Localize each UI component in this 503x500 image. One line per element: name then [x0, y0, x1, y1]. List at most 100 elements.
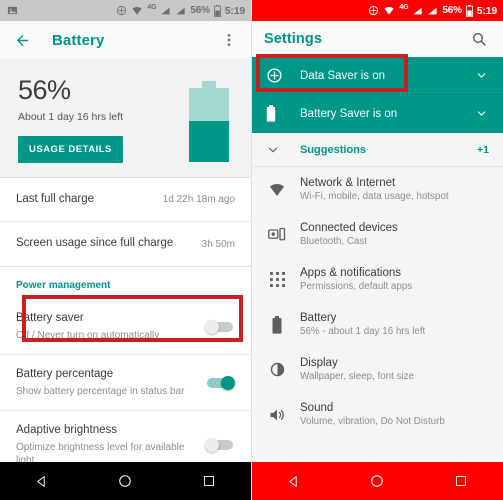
network-type-label: 4G [399, 4, 409, 11]
row-subtitle: Show battery percentage in status bar [16, 385, 185, 397]
wifi-icon [131, 5, 143, 16]
signal-icon-2 [175, 6, 186, 16]
page-title: Settings [264, 31, 322, 47]
nav-recents-icon[interactable] [445, 465, 477, 497]
chevron-down-icon[interactable] [473, 69, 489, 82]
banner-label: Battery Saver is on [300, 107, 398, 120]
row-subtitle: 56% - about 1 day 16 hrs left [300, 326, 426, 337]
row-subtitle: Volume, vibration, Do Not Disturb [300, 416, 445, 427]
list-item[interactable]: Last full charge 1d 22h 18m ago [0, 178, 251, 222]
search-icon[interactable] [467, 27, 491, 51]
banner-battery-saver[interactable]: Battery Saver is on [252, 95, 503, 133]
settings-item-sound[interactable]: Sound Volume, vibration, Do Not Disturb [252, 392, 503, 437]
navigation-bar-right [252, 462, 503, 500]
status-bar-left: 4G 56% 5:19 [0, 0, 251, 21]
settings-item-network-internet[interactable]: Network & Internet Wi-Fi, mobile, data u… [252, 167, 503, 212]
row-text: Battery 56% - about 1 day 16 hrs left [300, 312, 425, 337]
row-subtitle: Permissions, default apps [300, 281, 413, 292]
row-value: 3h 50m [201, 238, 235, 250]
app-bar-right: Settings [252, 21, 503, 57]
suggestions-count-badge: +1 [477, 143, 489, 156]
row-text: Display Wallpaper, sleep, font size [300, 357, 414, 382]
chevron-down-icon[interactable] [473, 107, 489, 120]
status-bar-right: 4G 56% 5:19 [252, 0, 503, 21]
row-text: Battery saver Off / Never turn on automa… [16, 311, 205, 342]
battery-icon [266, 105, 288, 122]
navigation-bar-left [0, 462, 251, 500]
battery-percent-label: 56% [190, 5, 210, 16]
row-title: Connected devices [300, 222, 398, 234]
row-text: Adaptive brightness Optimize brightness … [16, 423, 205, 468]
wifi-icon [383, 5, 395, 16]
row-subtitle: Wi-Fi, mobile, data usage, hotspot [300, 191, 449, 202]
apps-grid-icon [266, 272, 288, 287]
row-title: Sound [300, 402, 334, 414]
nav-back-icon[interactable] [278, 465, 310, 497]
list-item-battery-percentage[interactable]: Battery percentage Show battery percenta… [0, 355, 251, 412]
battery-fill-level [189, 120, 229, 162]
toggle-knob [205, 319, 219, 334]
dual-phone-screenshot: 4G 56% 5:19 Battery 56% About 1 day 16 h… [0, 0, 503, 500]
battery-summary-text: 56% About 1 day 16 hrs left USAGE DETAIL… [18, 77, 185, 163]
app-bar-left: Battery [0, 21, 251, 59]
back-arrow-icon[interactable] [10, 28, 34, 52]
row-title: Network & Internet [300, 177, 396, 189]
battery-cap [202, 81, 216, 88]
settings-item-apps-notifications[interactable]: Apps & notifications Permissions, defaul… [252, 257, 503, 302]
signal-icon-1 [160, 6, 171, 16]
row-text: Last full charge [16, 192, 163, 208]
display-brightness-icon [266, 361, 288, 378]
battery-icon [266, 315, 288, 334]
nav-back-icon[interactable] [26, 465, 58, 497]
battery-status-icon [213, 4, 221, 17]
signal-icon-1 [412, 6, 423, 16]
row-subtitle: Off / Never turn on automatically [16, 329, 160, 341]
row-title: Apps & notifications [300, 267, 402, 279]
row-title: Display [300, 357, 338, 369]
usage-details-button[interactable]: USAGE DETAILS [18, 136, 123, 163]
nav-home-icon[interactable] [361, 465, 393, 497]
battery-remaining-label: About 1 day 16 hrs left [18, 111, 124, 123]
settings-item-display[interactable]: Display Wallpaper, sleep, font size [252, 347, 503, 392]
list-item[interactable]: Screen usage since full charge 3h 50m [0, 222, 251, 266]
location-icon [368, 5, 379, 16]
row-text: Battery percentage Show battery percenta… [16, 367, 205, 398]
more-vert-icon[interactable] [217, 28, 241, 52]
nav-home-icon[interactable] [109, 465, 141, 497]
clock-label: 5:19 [476, 4, 497, 17]
right-phone-screen: 4G 56% 5:19 Settings Data Saver is on Ba… [252, 0, 503, 500]
toggle-knob [205, 438, 219, 453]
battery-graphic-shape [189, 81, 229, 162]
suggestions-header[interactable]: Suggestions +1 [252, 133, 503, 167]
row-text: Connected devices Bluetooth, Cast [300, 222, 398, 247]
battery-percentage-toggle[interactable] [205, 375, 235, 390]
battery-saver-toggle[interactable] [205, 319, 235, 334]
clock-label: 5:19 [224, 4, 245, 17]
battery-graphic [185, 77, 233, 163]
nav-recents-icon[interactable] [193, 465, 225, 497]
left-phone-screen: 4G 56% 5:19 Battery 56% About 1 day 16 h… [0, 0, 252, 500]
row-text: Sound Volume, vibration, Do Not Disturb [300, 402, 445, 427]
banner-label: Data Saver is on [300, 69, 386, 82]
adaptive-brightness-toggle[interactable] [205, 438, 235, 453]
banner-data-saver[interactable]: Data Saver is on [252, 57, 503, 95]
location-icon [116, 5, 127, 16]
row-title: Battery saver [16, 312, 84, 324]
settings-item-connected-devices[interactable]: Connected devices Bluetooth, Cast [252, 212, 503, 257]
row-text: Screen usage since full charge [16, 236, 202, 252]
row-title: Adaptive brightness [16, 424, 118, 437]
signal-icon-2 [427, 6, 438, 16]
row-title: Last full charge [16, 192, 94, 205]
settings-list: Network & Internet Wi-Fi, mobile, data u… [252, 167, 503, 437]
connected-devices-icon [266, 227, 288, 242]
chevron-down-icon[interactable] [266, 143, 288, 157]
row-text: Network & Internet Wi-Fi, mobile, data u… [300, 177, 449, 202]
row-value: 1d 22h 18m ago [162, 194, 235, 205]
suggestions-label: Suggestions [300, 143, 367, 156]
settings-item-battery[interactable]: Battery 56% - about 1 day 16 hrs left [252, 302, 503, 347]
power-management-list: Battery saver Off / Never turn on automa… [0, 299, 251, 480]
battery-percent-large: 56% [18, 75, 71, 105]
data-saver-icon [266, 67, 288, 84]
battery-summary-panel: 56% About 1 day 16 hrs left USAGE DETAIL… [0, 59, 251, 177]
list-item-battery-saver[interactable]: Battery saver Off / Never turn on automa… [0, 299, 251, 356]
